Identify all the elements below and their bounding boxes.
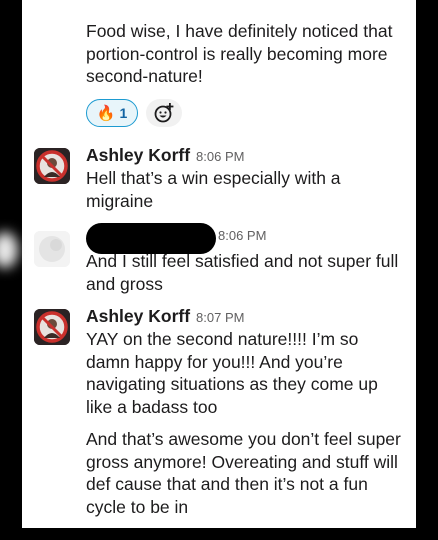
reaction-count: 1 (119, 105, 128, 121)
avatar-ashley-icon (34, 148, 70, 184)
author-name[interactable]: Ashley Korff (86, 145, 190, 166)
avatar-redacted[interactable] (34, 231, 70, 267)
add-reaction-icon (154, 103, 174, 123)
avatar-ashley-icon (34, 309, 70, 345)
bottom-bar (0, 528, 438, 540)
add-reaction-button[interactable] (146, 99, 182, 127)
avatar-ashley[interactable] (34, 148, 70, 184)
message-text: And I still feel satisfied and not super… (86, 251, 399, 294)
redacted-author-name (86, 223, 216, 254)
avatar-blurred-icon (34, 231, 70, 267)
reaction-bar: 🔥 1 (86, 99, 182, 127)
edge-blur (0, 232, 18, 268)
avatar-ashley[interactable] (34, 309, 70, 345)
timestamp[interactable]: 8:06 PM (218, 228, 266, 243)
timestamp[interactable]: 8:06 PM (196, 149, 244, 164)
message-continuation-text: Food wise, I have definitely noticed tha… (86, 21, 393, 86)
reaction-fire-button[interactable]: 🔥 1 (86, 99, 138, 127)
message-text: Hell that’s a win especially with a migr… (86, 168, 341, 211)
author-name[interactable]: Ashley Korff (86, 306, 190, 327)
fire-icon: 🔥 (96, 105, 116, 122)
chat-screen: Food wise, I have definitely noticed tha… (22, 0, 416, 540)
timestamp[interactable]: 8:07 PM (196, 310, 244, 325)
message-text: And that’s awesome you don’t feel super … (86, 429, 401, 517)
message-text: YAY on the second nature!!!! I’m so damn… (86, 329, 378, 417)
